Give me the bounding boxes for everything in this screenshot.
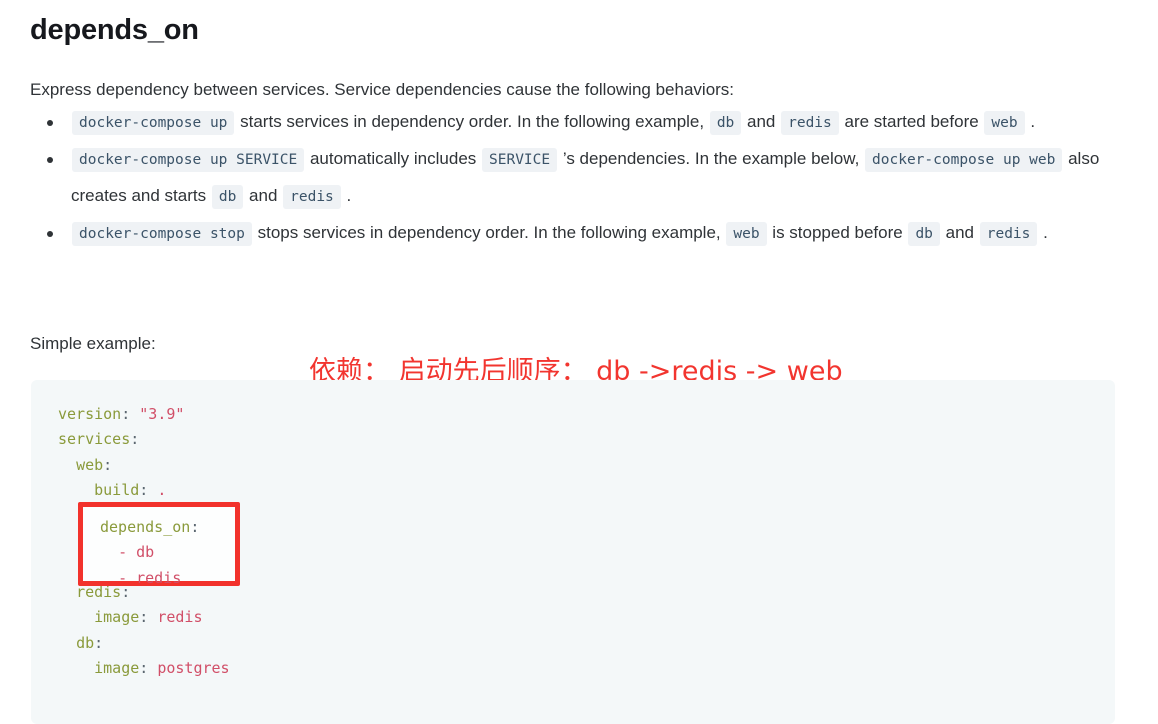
inline-code: docker-compose up web: [865, 148, 1063, 172]
code-token: :: [139, 481, 158, 500]
list-item-text: automatically includes: [305, 149, 482, 168]
code-line: - db: [100, 540, 199, 565]
code-line: depends_on:: [100, 515, 199, 540]
list-item-text: ’s dependencies. In the example below,: [558, 149, 865, 168]
code-token: build: [94, 481, 140, 500]
list-item: docker-compose up starts services in dep…: [30, 104, 1135, 141]
inline-code: docker-compose up: [72, 111, 235, 135]
list-item-text: and: [742, 112, 781, 131]
code-token: -: [118, 543, 137, 562]
code-token: :: [121, 405, 140, 423]
code-token: :: [94, 633, 104, 652]
inline-code: redis: [979, 222, 1038, 246]
code-line: db:: [58, 631, 1115, 656]
inline-code: redis: [283, 185, 341, 209]
list-item-text: is stopped before: [767, 223, 908, 242]
code-token: :: [190, 518, 200, 536]
code-token: :: [103, 455, 113, 474]
list-item-text: starts services in dependency order. In …: [235, 112, 709, 131]
list-item-text: are started before: [839, 112, 984, 131]
code-token: :: [139, 608, 158, 627]
code-token: "3.9": [139, 405, 185, 423]
inline-code: db: [709, 111, 742, 135]
behaviors-list: docker-compose up starts services in dep…: [30, 104, 1135, 252]
simple-example-label: Simple example:: [30, 334, 156, 353]
list-item: docker-compose stop stops services in de…: [30, 215, 1135, 252]
inline-code: db: [908, 222, 940, 246]
page-title: depends_on: [30, 14, 199, 46]
code-token: web: [76, 455, 104, 474]
code-token: redis: [136, 568, 182, 587]
code-token: depends_on: [100, 518, 191, 536]
code-token: image: [94, 608, 140, 627]
code-token: db: [136, 543, 155, 562]
code-token: image: [94, 659, 140, 678]
inline-code: web: [984, 111, 1025, 135]
inline-code: SERVICE: [482, 148, 558, 172]
inline-code: docker-compose up SERVICE: [72, 148, 305, 172]
code-line: web:: [58, 453, 1115, 478]
code-token: redis: [157, 608, 203, 627]
intro-paragraph: Express dependency between services. Ser…: [30, 80, 735, 99]
code-line: image: postgres: [58, 656, 1115, 681]
code-line: - redis: [100, 566, 199, 591]
list-item-text: stops services in dependency order. In t…: [252, 223, 726, 242]
code-token: .: [157, 481, 167, 500]
inline-code: redis: [781, 111, 839, 135]
list-item-text: .: [341, 186, 352, 205]
code-token: :: [139, 659, 158, 678]
list-item-text: and: [940, 223, 979, 242]
depends-on-highlight-box: depends_on: - db - redis: [78, 502, 240, 587]
list-item: docker-compose up SERVICE automatically …: [30, 141, 1135, 215]
list-item-text: .: [1025, 112, 1036, 131]
code-token: postgres: [157, 659, 230, 678]
list-item-text: and: [244, 186, 283, 205]
code-token: :: [130, 430, 140, 449]
code-token: db: [76, 633, 95, 652]
inline-code: web: [726, 222, 767, 246]
code-line: build: .: [58, 478, 1115, 503]
inline-code: db: [211, 185, 244, 209]
inline-code: docker-compose stop: [72, 222, 252, 246]
list-item-text: .: [1038, 223, 1048, 242]
code-line: image: redis: [58, 605, 1115, 630]
code-token: -: [118, 568, 137, 587]
highlight-box-code: depends_on: - db - redis: [83, 507, 199, 591]
code-line: version: "3.9": [58, 402, 1115, 427]
code-line: services:: [58, 427, 1115, 452]
code-token: version: [58, 405, 122, 423]
documentation-page: depends_on Express dependency between se…: [0, 0, 1158, 724]
code-token: services: [58, 430, 131, 449]
